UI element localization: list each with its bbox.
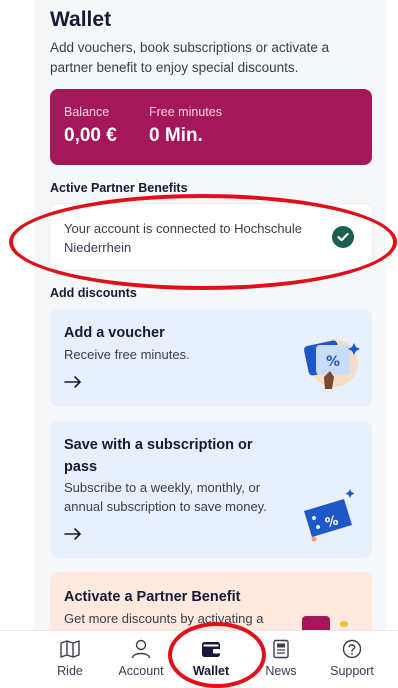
tab-support[interactable]: Support [322,631,382,683]
free-minutes-value: 0 Min. [149,125,203,146]
page-title: Wallet [50,8,112,31]
add-voucher-title: Add a voucher [64,325,165,341]
person-icon [131,639,151,659]
arrow-right-icon [64,528,81,540]
partner-benefit-card[interactable]: Your account is connected to Hochschule … [50,204,372,270]
subscription-ticket-icon: % [304,489,355,542]
partner-section-heading: Active Partner Benefits [50,181,188,195]
news-icon [273,639,289,659]
discounts-heading: Add discounts [50,286,137,300]
check-circle-icon [332,226,354,248]
partner-icon [302,616,348,632]
free-minutes-column: Free minutes 0 Min. [149,105,222,147]
add-voucher-card[interactable]: Add a voucher Receive free minutes. % [50,309,372,407]
tab-support-label: Support [330,664,374,678]
page-subtitle: Add vouchers, book subscriptions or acti… [50,40,330,75]
tab-news-label: News [265,664,297,678]
balance-card: Balance 0,00 € Free minutes 0 Min. [50,89,372,165]
activate-partner-title: Activate a Partner Benefit [64,589,241,605]
add-voucher-desc: Receive free minutes. [64,347,190,362]
tab-news[interactable]: News [258,631,304,683]
tab-account-label: Account [118,664,164,678]
tab-ride-label: Ride [57,664,83,678]
bottom-tab-bar: Ride Account Wallet News Support [0,630,398,683]
subscription-title: Save with a subscription or pass [64,437,253,475]
tab-account[interactable]: Account [110,631,172,683]
arrow-right-icon [64,376,81,388]
tab-wallet[interactable]: Wallet [184,631,238,683]
tab-ride[interactable]: Ride [44,631,96,683]
map-icon [60,640,80,658]
tab-wallet-label: Wallet [192,664,230,678]
free-minutes-label: Free minutes [149,105,222,119]
svg-text:%: % [326,354,340,370]
balance-column: Balance 0,00 € [64,105,117,147]
subscription-desc: Subscribe to a weekly, monthly, or annua… [64,480,267,514]
voucher-icon: % [303,339,360,389]
subscription-card[interactable]: Save with a subscription or pass Subscri… [50,421,372,558]
wallet-icon [202,642,220,657]
partner-benefit-text: Your account is connected to Hochschule … [64,221,303,255]
activate-partner-desc: Get more discounts by activating a [64,611,264,626]
help-icon [342,639,362,659]
balance-value: 0,00 € [64,125,117,146]
balance-label: Balance [64,105,110,119]
